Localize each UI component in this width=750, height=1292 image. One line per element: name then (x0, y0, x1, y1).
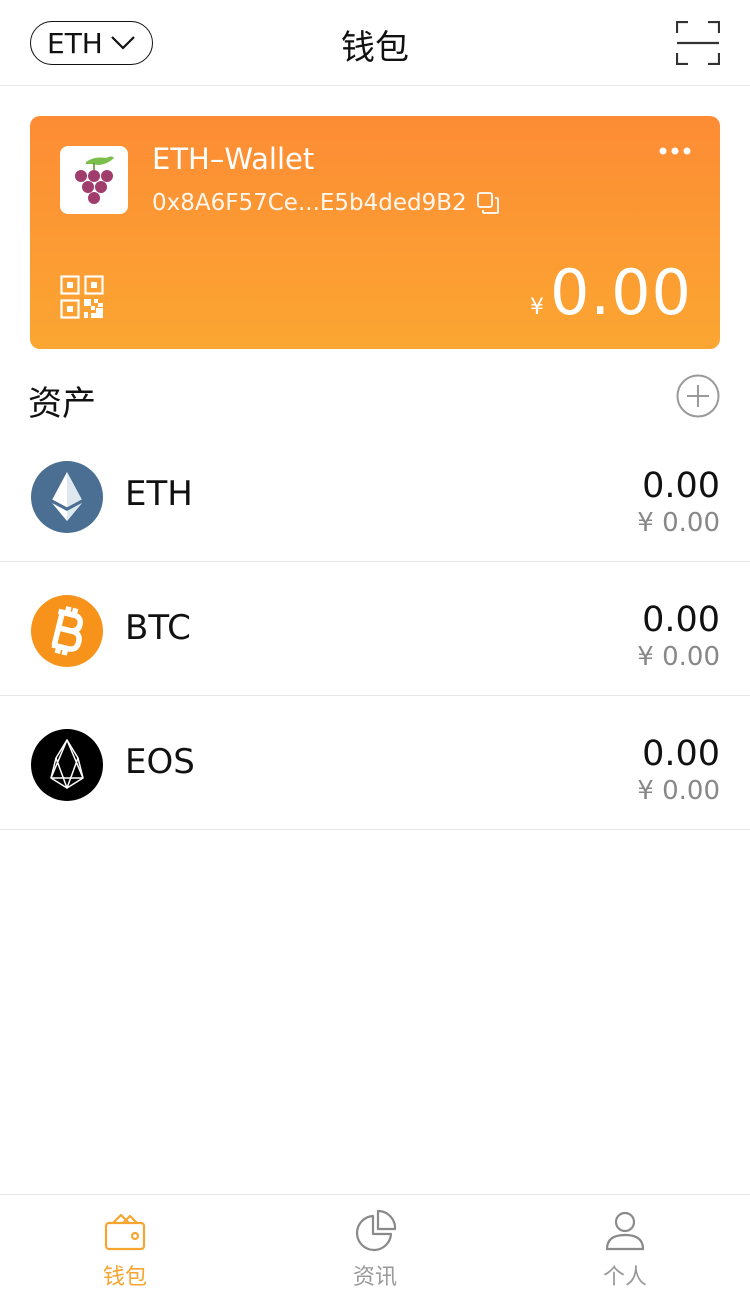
asset-row-eos[interactable]: EOS 0.00 ¥ 0.00 (0, 696, 750, 830)
qr-code-icon[interactable] (60, 275, 104, 319)
currency-symbol: ¥ (529, 295, 544, 320)
asset-value: ¥ 0.00 (637, 776, 720, 806)
asset-value: ¥ 0.00 (637, 508, 720, 538)
wallet-address-text: 0x8A6F57Ce...E5b4ded9B2 (152, 190, 467, 216)
wallet-icon (104, 1213, 146, 1251)
eos-icon (31, 729, 103, 801)
scan-icon[interactable] (676, 21, 720, 65)
wallet-address: 0x8A6F57Ce...E5b4ded9B2 (152, 190, 499, 216)
tab-label: 个人 (602, 1265, 647, 1290)
wallet-name: ETH–Wallet (152, 142, 315, 176)
eth-icon (31, 461, 103, 533)
balance-amount: 0.00 (549, 256, 692, 329)
asset-symbol: BTC (125, 608, 191, 648)
person-icon (605, 1211, 645, 1251)
top-bar: ETH 钱包 (0, 0, 750, 86)
copy-icon[interactable] (476, 192, 499, 214)
btc-icon (31, 595, 103, 667)
wallet-card[interactable]: ETH–Wallet 0x8A6F57Ce...E5b4ded9B2 ¥ 0.0… (30, 116, 720, 349)
more-icon[interactable] (658, 146, 692, 156)
grape-icon (75, 156, 114, 204)
asset-amount: 0.00 (642, 734, 720, 774)
tab-label: 资讯 (352, 1265, 397, 1290)
page-title: 钱包 (341, 28, 409, 68)
wallet-balance: ¥ 0.00 (530, 256, 692, 329)
bottom-tab-bar: 钱包 资讯 个人 (0, 1194, 750, 1292)
tab-label: 钱包 (102, 1265, 147, 1290)
asset-list: ETH 0.00 ¥ 0.00 BTC 0.00 ¥ 0.00 EOS 0.00… (0, 428, 750, 830)
asset-amount: 0.00 (642, 466, 720, 506)
tab-wallet[interactable]: 钱包 (0, 1195, 250, 1292)
tab-profile[interactable]: 个人 (500, 1195, 750, 1292)
tab-news[interactable]: 资讯 (250, 1195, 500, 1292)
asset-symbol: EOS (125, 742, 195, 782)
wallet-logo (60, 146, 128, 214)
add-asset-icon[interactable] (676, 374, 720, 418)
asset-amount: 0.00 (642, 600, 720, 640)
asset-row-eth[interactable]: ETH 0.00 ¥ 0.00 (0, 428, 750, 562)
asset-row-btc[interactable]: BTC 0.00 ¥ 0.00 (0, 562, 750, 696)
asset-symbol: ETH (125, 474, 193, 514)
pie-chart-icon (355, 1209, 397, 1252)
asset-value: ¥ 0.00 (637, 642, 720, 672)
assets-title: 资产 (28, 384, 96, 424)
